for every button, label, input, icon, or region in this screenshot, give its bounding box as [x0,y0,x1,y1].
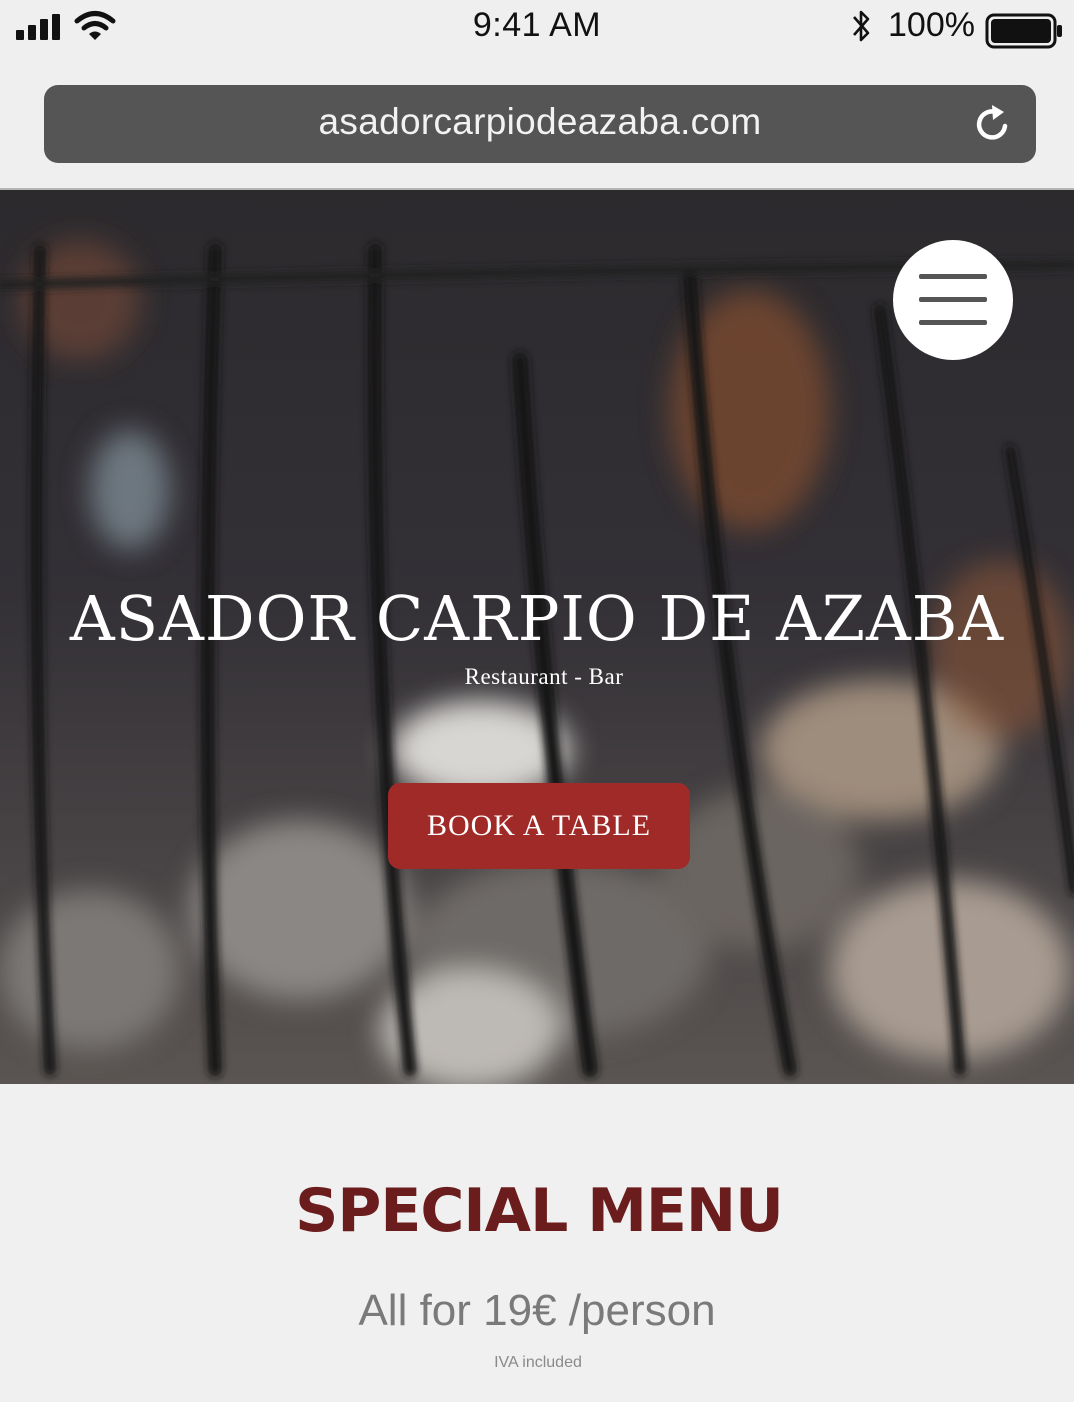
reload-icon[interactable] [972,103,1014,145]
hamburger-menu-icon-line [919,320,987,325]
url-bar[interactable]: asadorcarpiodeazaba.com [44,85,1036,163]
hero-section: ASADOR CARPIO DE AZABA Restaurant - Bar … [0,190,1074,1084]
bluetooth-icon [853,10,870,42]
battery-percent: 100% [888,6,975,44]
hamburger-menu-icon [919,274,987,279]
menu-price: All for 19€ /person [358,1286,716,1335]
status-bar: 9:41 AM 100% [0,0,1074,56]
hero-title: ASADOR CARPIO DE AZABA [69,582,1005,655]
special-menu-section: SPECIAL MENU All for 19€ /person IVA inc… [0,1084,1074,1402]
hero-subtitle: Restaurant - Bar [464,664,624,689]
hamburger-menu-icon-line [919,297,987,302]
hamburger-menu-button[interactable] [893,240,1013,360]
battery-icon [985,13,1062,49]
tax-note: IVA included [494,1354,582,1371]
special-menu-title: SPECIAL MENU [295,1176,784,1246]
browser-chrome: asadorcarpiodeazaba.com [0,56,1074,190]
url-text[interactable]: asadorcarpiodeazaba.com [44,101,1036,143]
book-a-table-button[interactable]: BOOK A TABLE [388,783,690,869]
